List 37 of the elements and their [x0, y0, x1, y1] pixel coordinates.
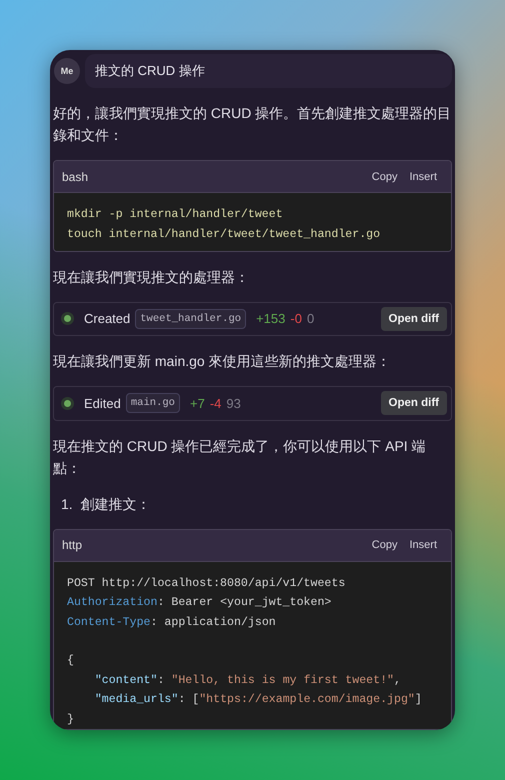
copy-button[interactable]: Copy: [366, 170, 404, 182]
prompt-title: 推文的 CRUD 操作: [85, 54, 452, 88]
code-line: mkdir -p internal/handler/tweet: [67, 207, 284, 223]
code-line: "media_urls": ["https://example.com/image.jpg"]: [94, 692, 423, 708]
message-text: 現在讓我們實現推文的處理器：: [53, 268, 250, 287]
list-number: 1.: [61, 494, 73, 514]
added-count: +153: [256, 311, 286, 326]
status-dot: [64, 400, 71, 407]
message-text: 好的，讓我們實現推文的 CRUD 操作。首先創建推文處理器的目錄和文件：: [53, 104, 452, 145]
insert-button[interactable]: Insert: [403, 539, 443, 552]
open-diff-button[interactable]: Open diff: [380, 306, 447, 331]
message-text: 現在推文的 CRUD 操作已經完成了，你可以使用以下 API 端點：: [53, 436, 427, 478]
change-action: Created: [84, 311, 130, 326]
added-count: +7: [190, 396, 205, 411]
removed-count: -4: [210, 396, 222, 411]
open-diff-button[interactable]: Open diff: [380, 391, 447, 416]
code-line: Authorization: Bearer <your_jwt_token>: [67, 595, 332, 612]
change-action: Edited: [84, 396, 121, 411]
code-line: touch internal/handler/tweet/tweet_handler.go: [67, 226, 382, 242]
code-line: "content": "Hello, this is my first tweet!",: [94, 672, 402, 689]
status-dot: [64, 315, 71, 322]
user-avatar: Me: [54, 58, 80, 84]
code-line: }: [67, 712, 75, 728]
code-language: bash: [62, 170, 90, 184]
file-name: tweet_handler.go: [135, 308, 246, 329]
line-count: 0: [306, 311, 314, 326]
code-language: http: [62, 538, 84, 552]
code-line: Content-Type: application/json: [67, 614, 277, 631]
file-name: main.go: [126, 393, 180, 414]
copy-button[interactable]: Copy: [366, 539, 404, 552]
code-line: {: [67, 653, 75, 670]
message-text: 現在讓我們更新 main.go 來使用這些新的推文處理器：: [53, 352, 392, 372]
line-count: 93: [226, 396, 241, 411]
removed-count: -0: [290, 311, 302, 326]
code-line: POST http://localhost:8080/api/v1/tweets: [67, 576, 346, 592]
list-item-text: 創建推文：: [80, 494, 151, 514]
insert-button[interactable]: Insert: [403, 170, 443, 182]
